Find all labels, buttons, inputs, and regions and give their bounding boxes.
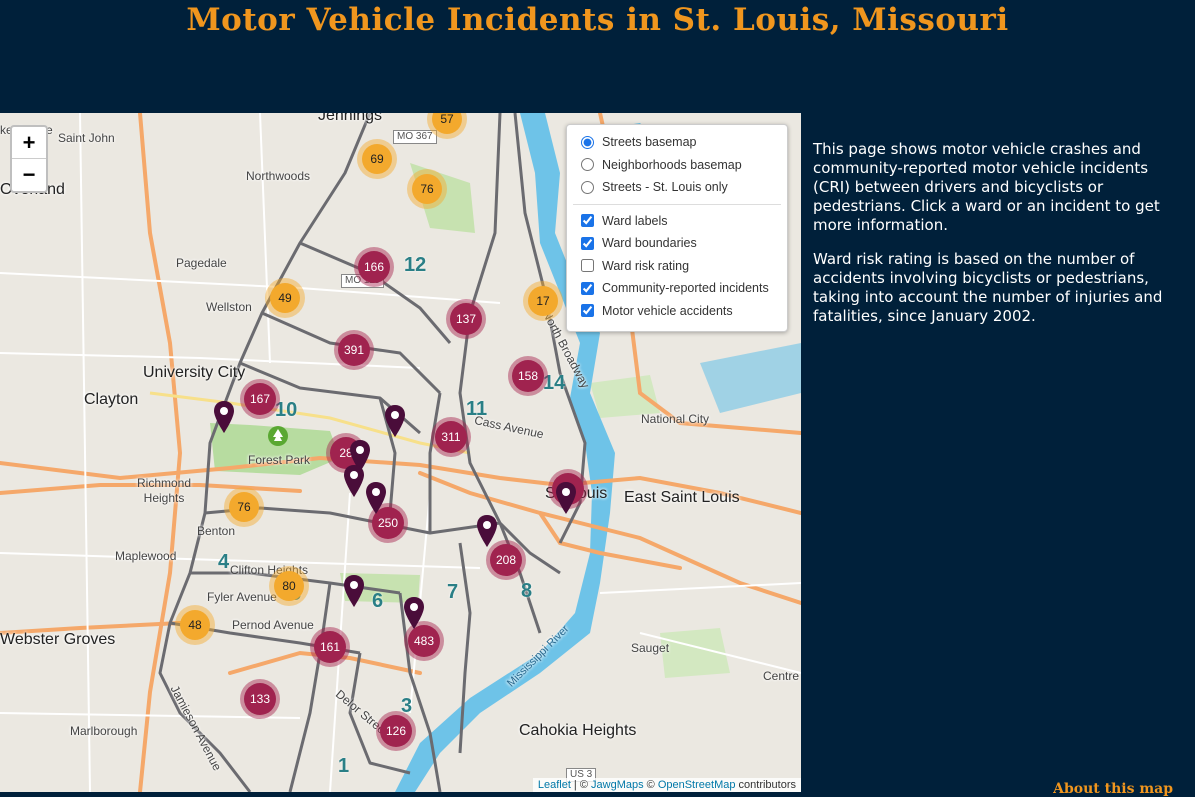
- incident-pin[interactable]: [404, 597, 424, 629]
- place-label: Webster Groves: [0, 631, 116, 648]
- basemap-option-label: Streets basemap: [602, 135, 697, 150]
- attribution-separator: ©: [643, 779, 658, 791]
- mva-cluster[interactable]: 137: [446, 299, 486, 339]
- place-label: East Saint Louis: [624, 489, 740, 506]
- jawgmaps-link[interactable]: JawgMaps: [591, 779, 644, 791]
- overlay-label: Ward labels: [602, 213, 668, 228]
- cri-cluster[interactable]: 76: [407, 169, 447, 209]
- mva-cluster[interactable]: 133: [240, 679, 280, 719]
- overlay-label: Community-reported incidents: [602, 281, 769, 296]
- road-shield: MO 367: [393, 130, 437, 144]
- ward-label: 11: [466, 398, 488, 420]
- cri-cluster[interactable]: 17: [523, 281, 563, 321]
- overlay-motor-vehicle-accidents[interactable]: Motor vehicle accidents: [567, 300, 787, 323]
- place-label: Clayton: [84, 391, 139, 408]
- overlay-ward-labels[interactable]: Ward labels: [567, 210, 787, 233]
- incident-map[interactable]: Jennings Saint John kenbridge Overland N…: [0, 113, 801, 792]
- basemap-option-streets-stl[interactable]: Streets - St. Louis only: [567, 176, 787, 199]
- mva-cluster[interactable]: 166: [354, 247, 394, 287]
- place-label: Wellston: [206, 300, 252, 314]
- attribution-suffix: contributors: [735, 779, 796, 791]
- overlay-checkbox[interactable]: [581, 304, 594, 318]
- page-title: Motor Vehicle Incidents in St. Louis, Mi…: [186, 2, 1009, 38]
- description-text: This page shows motor vehicle crashes an…: [813, 140, 1160, 234]
- cri-cluster[interactable]: 48: [175, 605, 215, 645]
- zoom-out-button[interactable]: −: [12, 158, 46, 190]
- mva-cluster[interactable]: 158: [508, 356, 548, 396]
- ward-label: 1: [338, 755, 350, 777]
- basemap-option-neighborhoods[interactable]: Neighborhoods basemap: [567, 154, 787, 177]
- incident-pin[interactable]: [344, 465, 364, 497]
- place-label: Forest Park: [248, 453, 311, 467]
- zoom-control: + −: [10, 125, 48, 193]
- zoom-in-button[interactable]: +: [12, 127, 46, 158]
- incident-pin[interactable]: [556, 482, 576, 514]
- overlay-checkbox[interactable]: [581, 236, 594, 250]
- basemap-radio[interactable]: [581, 180, 594, 194]
- layers-control: Streets basemap Neighborhoods basemap St…: [566, 124, 788, 332]
- basemap-option-label: Streets - St. Louis only: [602, 180, 728, 195]
- place-label: Pagedale: [176, 256, 227, 270]
- overlay-checkbox[interactable]: [581, 281, 594, 295]
- place-label: University City: [143, 364, 246, 381]
- place-label: Fyler Avenue: [207, 590, 277, 604]
- mva-cluster[interactable]: 126: [376, 711, 416, 751]
- ward-label: 4: [218, 551, 230, 573]
- park-icon: [268, 426, 288, 446]
- incident-pin[interactable]: [385, 405, 405, 437]
- mva-cluster[interactable]: 167: [240, 379, 280, 419]
- place-label: Pernod Avenue: [232, 618, 314, 632]
- basemap-radio[interactable]: [581, 158, 594, 172]
- osm-link[interactable]: OpenStreetMap: [658, 779, 736, 791]
- cri-cluster[interactable]: 80: [269, 566, 309, 606]
- overlay-label: Ward risk rating: [602, 258, 690, 273]
- overlay-ward-boundaries[interactable]: Ward boundaries: [567, 232, 787, 255]
- place-label: Maplewood: [115, 549, 177, 563]
- place-label: Benton: [197, 524, 236, 538]
- place-label: Centre: [763, 669, 800, 683]
- overlay-label: Motor vehicle accidents: [602, 303, 733, 318]
- layers-separator: [573, 203, 781, 205]
- overlay-ward-risk[interactable]: Ward risk rating: [567, 255, 787, 278]
- mva-cluster[interactable]: 161: [310, 627, 350, 667]
- place-label: Saint John: [58, 131, 115, 145]
- place-label: Sauget: [631, 641, 670, 655]
- mva-cluster[interactable]: 391: [334, 330, 374, 370]
- attribution-separator: | ©: [570, 779, 592, 791]
- place-label: Richmond Heights: [137, 476, 192, 505]
- map-attribution: Leaflet | © JawgMaps © OpenStreetMap con…: [532, 778, 801, 792]
- overlay-community-incidents[interactable]: Community-reported incidents: [567, 277, 787, 300]
- overlay-checkbox[interactable]: [581, 214, 594, 228]
- place-label: National City: [641, 412, 710, 426]
- cri-cluster[interactable]: 49: [265, 278, 305, 318]
- incident-pin[interactable]: [477, 515, 497, 547]
- overlay-label: Ward boundaries: [602, 236, 697, 251]
- incident-pin[interactable]: [344, 575, 364, 607]
- ward-label: 12: [404, 254, 427, 276]
- basemap-radio[interactable]: [581, 135, 594, 149]
- description-text: Ward risk rating is based on the number …: [813, 250, 1163, 325]
- incident-pin[interactable]: [366, 482, 386, 514]
- place-label: Cahokia Heights: [519, 722, 637, 739]
- ward-label: 7: [447, 581, 459, 603]
- description-panel: This page shows motor vehicle crashes an…: [813, 140, 1185, 341]
- cri-cluster[interactable]: 69: [357, 139, 397, 179]
- place-label: Marlborough: [70, 724, 138, 738]
- ward-label: 8: [521, 580, 533, 602]
- basemap-option-label: Neighborhoods basemap: [602, 157, 742, 172]
- basemap-option-streets[interactable]: Streets basemap: [567, 131, 787, 154]
- cri-cluster[interactable]: 76: [224, 487, 264, 527]
- place-label: Jennings: [318, 113, 383, 124]
- place-label: Northwoods: [246, 169, 311, 183]
- leaflet-link[interactable]: Leaflet: [538, 779, 571, 791]
- about-link[interactable]: About this map: [1053, 781, 1173, 797]
- incident-pin[interactable]: [214, 401, 234, 433]
- mva-cluster[interactable]: 311: [431, 417, 471, 457]
- ward-label: 6: [372, 590, 384, 612]
- overlay-checkbox[interactable]: [581, 259, 594, 273]
